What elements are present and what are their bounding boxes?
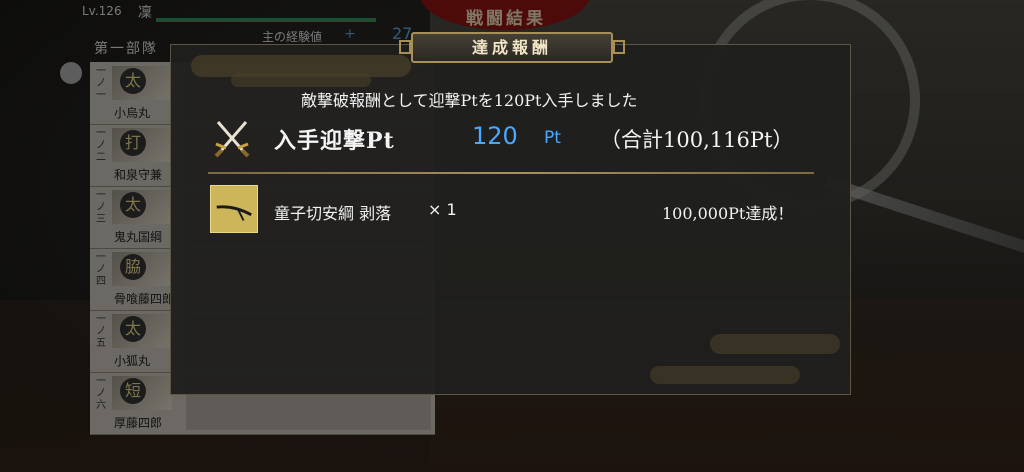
reward-condition: 100,000Pt達成！ xyxy=(662,204,794,223)
points-label: 入手迎撃Pt xyxy=(274,128,395,154)
modal-title-banner: 達成報酬 xyxy=(399,32,625,63)
points-value: 120 xyxy=(472,122,518,150)
crossed-swords-icon xyxy=(214,121,250,158)
banner-cap xyxy=(399,40,411,54)
reward-item-quantity: × 1 xyxy=(428,200,457,219)
sword-item-icon xyxy=(210,185,258,233)
cloud-decoration xyxy=(231,73,371,87)
reward-message: 敵撃破報酬として迎撃Ptを120Pt入手しました xyxy=(301,91,638,110)
points-total: （合計100,116Pt） xyxy=(600,128,794,152)
cloud-decoration xyxy=(650,366,800,384)
cloud-decoration xyxy=(710,334,840,354)
divider xyxy=(208,172,814,174)
reward-item-name: 童子切安綱 剥落 xyxy=(274,204,392,223)
points-unit: Pt xyxy=(544,128,561,148)
modal-title: 達成報酬 xyxy=(471,38,552,57)
banner-cap xyxy=(613,40,625,54)
